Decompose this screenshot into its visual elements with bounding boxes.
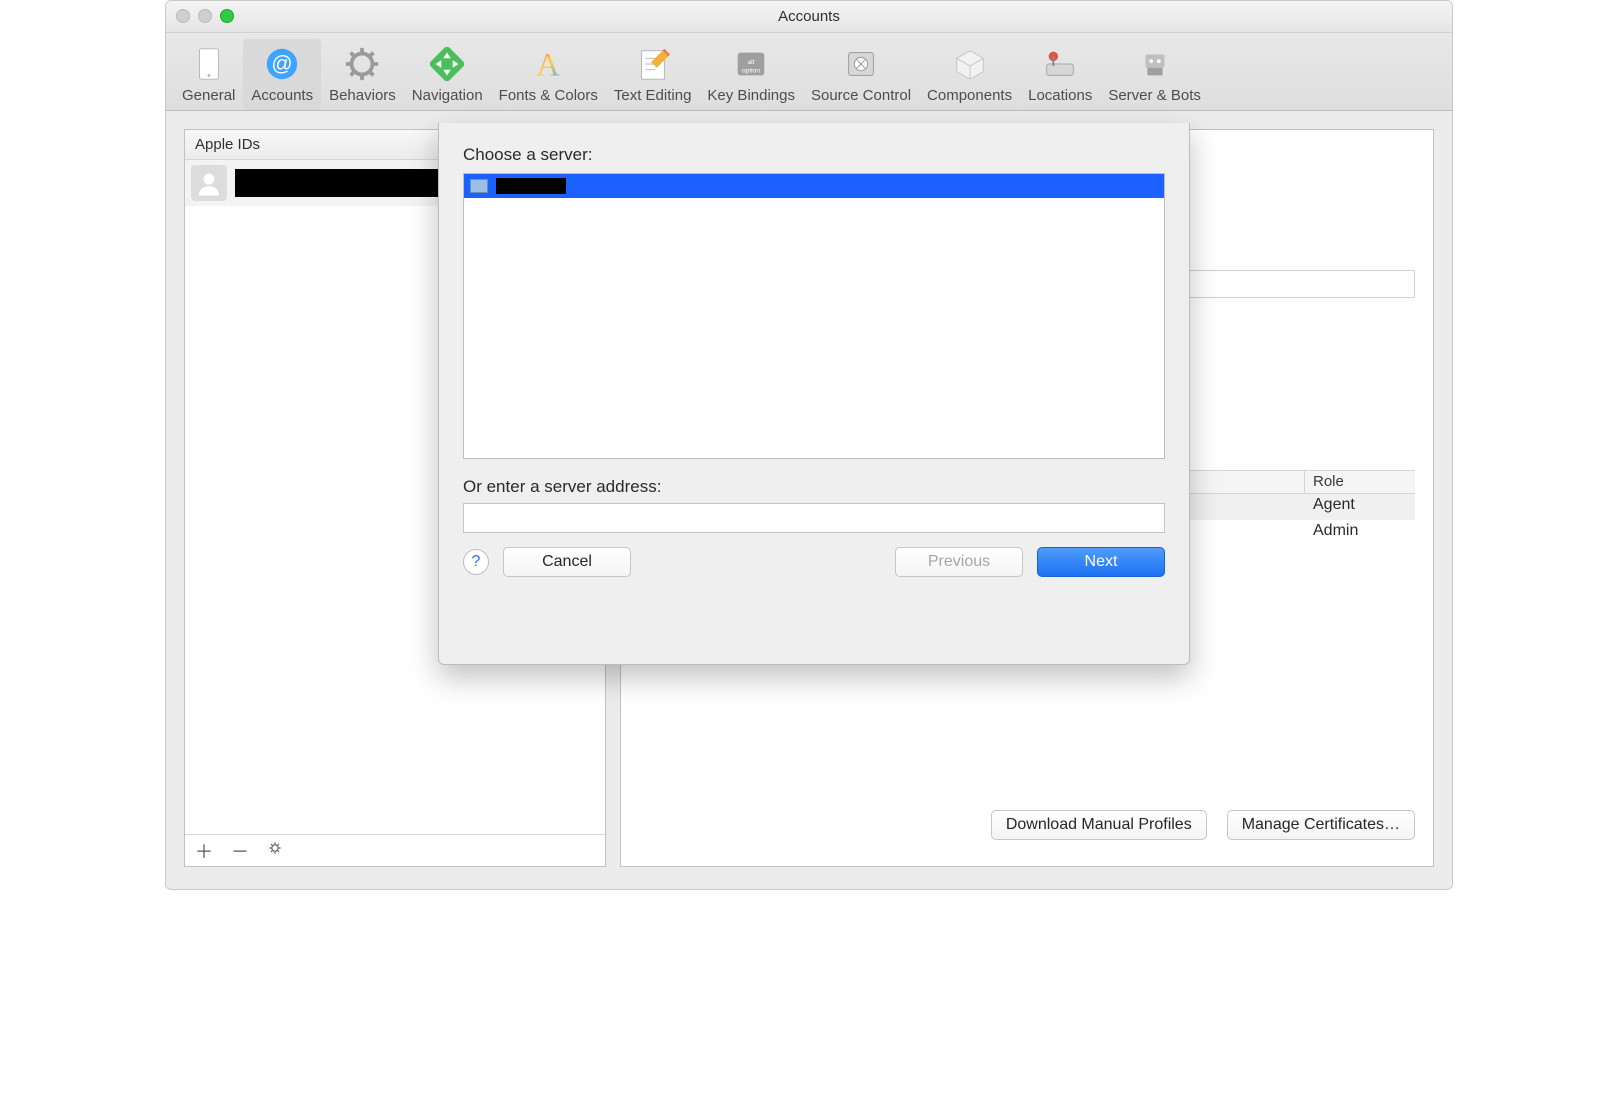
manage-certificates-button[interactable]: Manage Certificates… <box>1227 810 1415 840</box>
bot-icon <box>1134 43 1176 85</box>
cancel-button[interactable]: Cancel <box>503 547 631 577</box>
minimize-window-button[interactable] <box>198 9 212 23</box>
svg-text:A: A <box>537 46 561 82</box>
text-edit-icon <box>632 43 674 85</box>
tab-label: Components <box>927 87 1012 104</box>
add-account-button[interactable]: ＋ <box>195 838 213 864</box>
tab-label: Behaviors <box>329 87 396 104</box>
role-cell: Admin <box>1305 520 1415 546</box>
tab-label: Navigation <box>412 87 483 104</box>
navigation-icon <box>426 43 468 85</box>
window-controls <box>176 9 234 23</box>
svg-text:alt: alt <box>748 59 755 66</box>
svg-text:@: @ <box>272 53 293 76</box>
window-title: Accounts <box>176 8 1442 25</box>
tab-label: Locations <box>1028 87 1092 104</box>
tab-label: Server & Bots <box>1108 87 1201 104</box>
tab-label: Source Control <box>811 87 911 104</box>
computer-icon <box>470 179 488 193</box>
tab-label: Key Bindings <box>707 87 795 104</box>
tab-source-control[interactable]: Source Control <box>803 39 919 110</box>
remove-account-button[interactable]: － <box>231 838 249 864</box>
close-window-button[interactable] <box>176 9 190 23</box>
tab-components[interactable]: Components <box>919 39 1020 110</box>
titlebar: Accounts <box>166 1 1452 33</box>
sidebar-footer: ＋ － <box>185 834 605 866</box>
key-icon: alt option <box>730 43 772 85</box>
choose-server-sheet: Choose a server: Or enter a server addre… <box>438 123 1190 665</box>
tab-behaviors[interactable]: Behaviors <box>321 39 404 110</box>
tab-text-editing[interactable]: Text Editing <box>606 39 700 110</box>
font-color-icon: A <box>527 43 569 85</box>
package-icon <box>949 43 991 85</box>
preferences-window: Accounts General @ Accounts Behaviors <box>165 0 1453 890</box>
svg-text:option: option <box>742 68 760 75</box>
tab-accounts[interactable]: @ Accounts <box>243 39 321 110</box>
tab-fonts-colors[interactable]: A Fonts & Colors <box>491 39 606 110</box>
account-actions-button[interactable] <box>267 840 283 861</box>
sheet-button-row: ? Cancel Previous Next <box>463 547 1165 577</box>
next-button[interactable]: Next <box>1037 547 1165 577</box>
detail-buttons: Download Manual Profiles Manage Certific… <box>991 810 1415 840</box>
tab-general[interactable]: General <box>174 39 243 110</box>
gear-icon <box>341 43 383 85</box>
zoom-window-button[interactable] <box>220 9 234 23</box>
disk-icon <box>1039 43 1081 85</box>
server-address-input[interactable] <box>463 503 1165 533</box>
tab-label: Accounts <box>251 87 313 104</box>
previous-button: Previous <box>895 547 1023 577</box>
preferences-toolbar: General @ Accounts Behaviors Navigation … <box>166 33 1452 111</box>
download-profiles-button[interactable]: Download Manual Profiles <box>991 810 1207 840</box>
role-cell: Agent <box>1305 494 1415 520</box>
tab-label: General <box>182 87 235 104</box>
vault-icon <box>840 43 882 85</box>
at-sign-icon: @ <box>261 43 303 85</box>
tab-label: Fonts & Colors <box>499 87 598 104</box>
tab-label: Text Editing <box>614 87 692 104</box>
server-name-redacted <box>496 178 566 194</box>
person-icon <box>191 165 227 201</box>
server-list[interactable] <box>463 173 1165 459</box>
server-row[interactable] <box>464 174 1164 198</box>
device-icon <box>188 43 230 85</box>
server-address-label: Or enter a server address: <box>463 477 1165 497</box>
role-column-header[interactable]: Role <box>1305 471 1415 493</box>
tab-navigation[interactable]: Navigation <box>404 39 491 110</box>
tab-locations[interactable]: Locations <box>1020 39 1100 110</box>
tab-key-bindings[interactable]: alt option Key Bindings <box>699 39 803 110</box>
tab-server-bots[interactable]: Server & Bots <box>1100 39 1209 110</box>
help-button[interactable]: ? <box>463 549 489 575</box>
choose-server-label: Choose a server: <box>463 145 1165 165</box>
